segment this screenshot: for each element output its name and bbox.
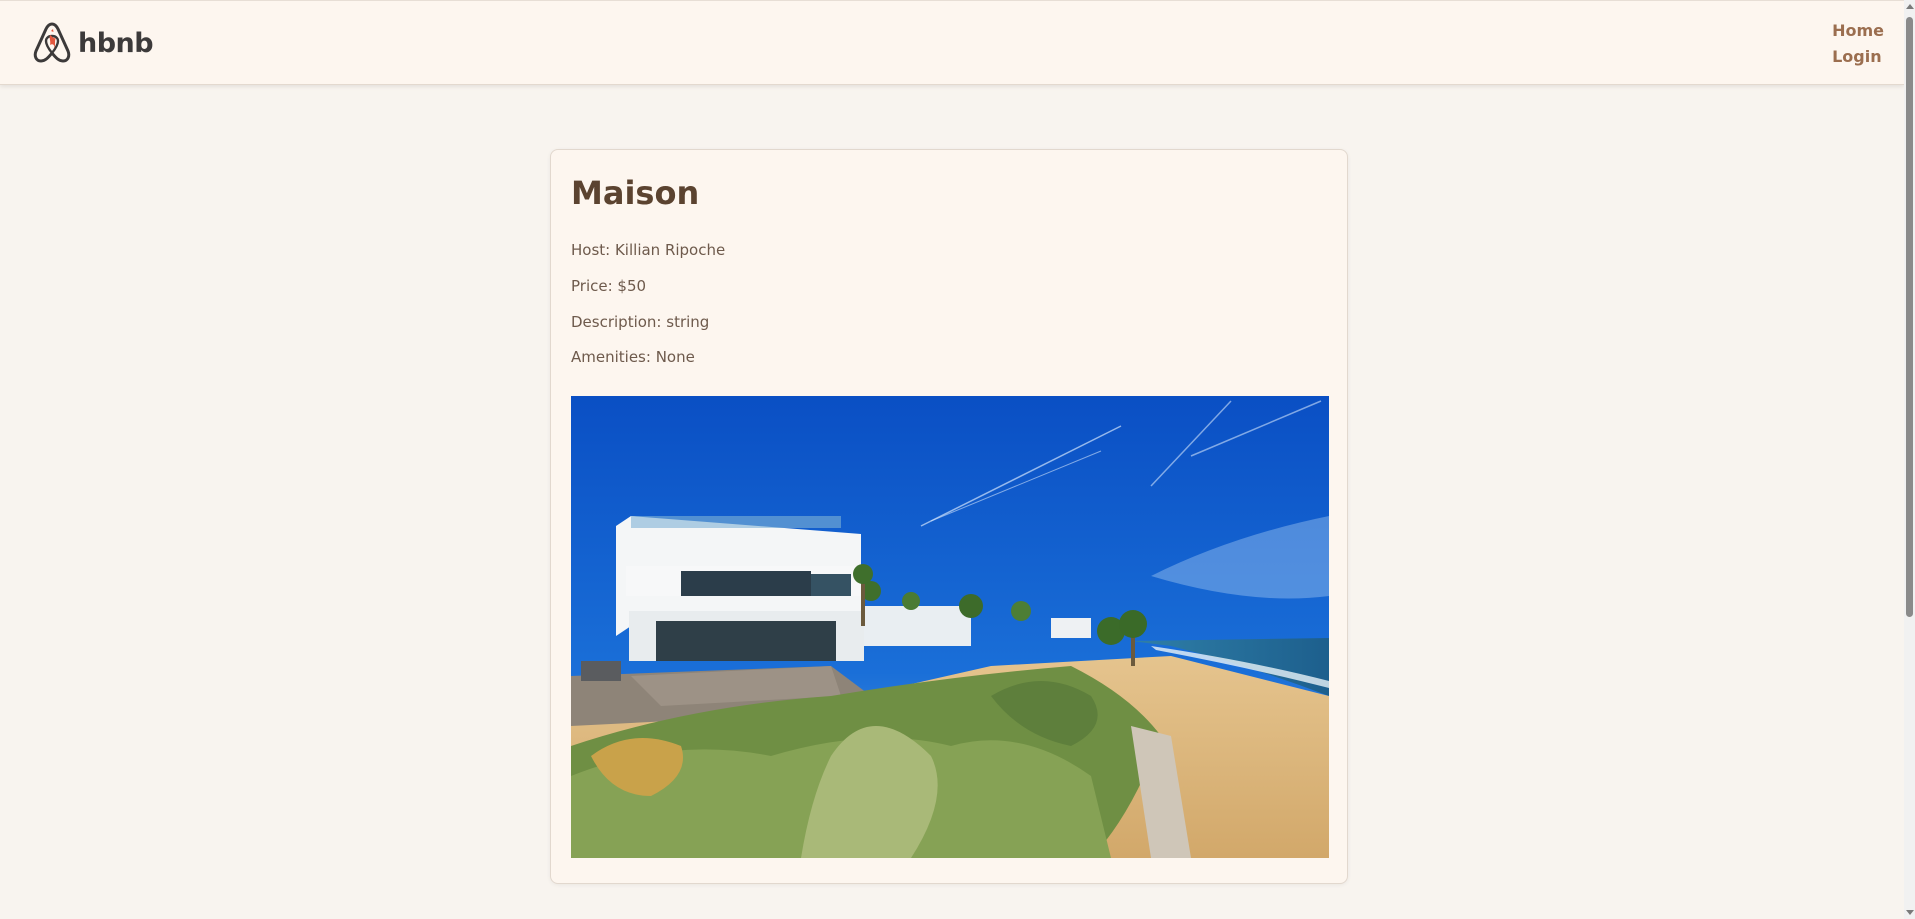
page: hbnb Home Login Maison Host: Killian Rip… <box>0 0 1915 919</box>
place-description: Description: string <box>571 313 710 331</box>
main-nav: Home Login <box>1832 21 1884 67</box>
scroll-down-arrow-icon[interactable] <box>1906 910 1914 915</box>
place-amenities: Amenities: None <box>571 348 695 366</box>
vertical-scrollbar[interactable] <box>1904 0 1915 919</box>
scroll-up-arrow-icon[interactable] <box>1906 4 1914 9</box>
place-title: Maison <box>571 174 700 212</box>
scrollbar-thumb[interactable] <box>1906 17 1913 617</box>
place-details-card: Maison Host: Killian Ripoche Price: $50 … <box>550 149 1348 884</box>
place-host: Host: Killian Ripoche <box>571 241 726 259</box>
place-price: Price: $50 <box>571 277 647 295</box>
logo-text: hbnb <box>78 27 154 59</box>
top-header: hbnb Home Login <box>0 0 1904 85</box>
airbnb-logo-icon <box>33 22 71 63</box>
logo[interactable]: hbnb <box>32 21 154 65</box>
place-photo <box>571 396 1329 858</box>
nav-home-link[interactable]: Home <box>1832 21 1884 41</box>
nav-login-link[interactable]: Login <box>1832 47 1884 67</box>
